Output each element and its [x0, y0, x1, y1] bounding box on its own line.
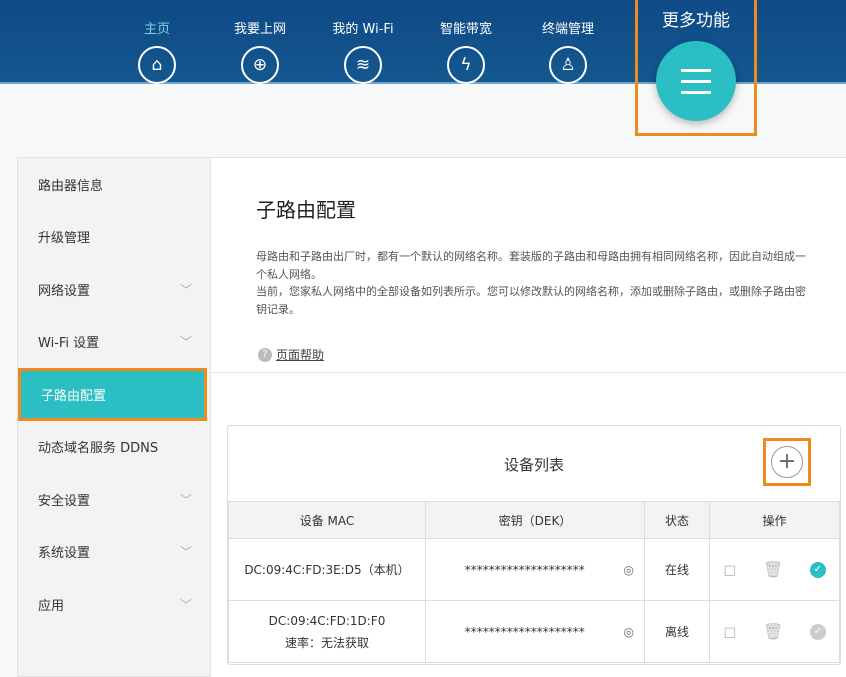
nav-wifi[interactable]: 我的 Wi-Fi ≋: [323, 18, 403, 84]
sidebar-item-apps[interactable]: 应用 ﹀: [18, 578, 210, 631]
nav-label: 我的 Wi-Fi: [332, 22, 394, 37]
table-row: DC:09:4C:FD:3E:D5（本机） ******************…: [228, 538, 840, 601]
nav-home[interactable]: 主页 ⌂: [117, 18, 197, 84]
chevron-down-icon: ﹀: [179, 597, 192, 612]
key-value: ********************: [464, 624, 585, 639]
check-icon: ✓: [809, 623, 826, 640]
device-list-panel: 设备列表 + 设备 MAC 密钥（DEK） 状态 操作 DC:09:4C:FD:3E:…: [227, 425, 841, 665]
sidebar-item-label: 子路由配置: [41, 388, 107, 404]
key-value: ********************: [464, 562, 585, 577]
sidebar-item-label: 安全设置: [38, 493, 91, 509]
sidebar-item-wifi[interactable]: Wi-Fi 设置 ﹀: [18, 316, 210, 369]
user-icon: ♙: [549, 46, 587, 84]
eye-icon[interactable]: ◎: [624, 559, 634, 581]
chevron-down-icon: ﹀: [179, 545, 192, 560]
divider: [211, 372, 846, 373]
nav-internet[interactable]: 我要上网 ⊕: [220, 18, 300, 84]
more-functions[interactable]: 更多功能: [635, 0, 757, 136]
column-header: 操作: [709, 501, 840, 539]
panel-title: 设备列表: [503, 456, 564, 474]
sidebar-item-network[interactable]: 网络设置 ﹀: [18, 263, 210, 316]
globe-icon: ⊕: [241, 46, 279, 84]
edit-icon[interactable]: ◻: [723, 559, 736, 581]
chevron-down-icon: ﹀: [179, 335, 192, 350]
help-icon: ?: [258, 347, 272, 362]
sidebar-item-label: 路由器信息: [38, 178, 104, 194]
chevron-down-icon: ﹀: [179, 492, 192, 507]
home-icon: ⌂: [138, 46, 176, 84]
menu-icon[interactable]: [656, 41, 736, 121]
column-header: 设备 MAC: [228, 501, 426, 539]
wifi-icon: ≋: [344, 46, 382, 84]
nav-label: 终端管理: [541, 22, 594, 37]
device-key: ******************** ◎: [425, 538, 645, 601]
device-actions: ◻ 🗑 ✓: [709, 538, 840, 601]
sidebar-item-label: 系统设置: [38, 546, 91, 562]
plus-icon: +: [771, 446, 803, 478]
sidebar-item-sub-router[interactable]: 子路由配置: [18, 368, 207, 421]
sidebar-item-label: 网络设置: [38, 283, 91, 299]
trash-icon[interactable]: 🗑: [763, 621, 783, 643]
sidebar-item-ddns[interactable]: 动态域名服务 DDNS: [18, 421, 210, 474]
nav-bandwidth[interactable]: 智能带宽 ϟ: [426, 18, 506, 84]
nav-label: 我要上网: [233, 22, 286, 37]
device-status: 在线: [644, 538, 710, 601]
check-icon: ✓: [809, 561, 826, 578]
trash-icon[interactable]: 🗑: [763, 559, 783, 581]
sidebar: 路由器信息 升级管理 网络设置 ﹀ Wi-Fi 设置 ﹀ 子路由配置 动态域名服务 …: [17, 157, 211, 677]
chevron-down-icon: ﹀: [179, 282, 192, 297]
column-header: 状态: [644, 501, 710, 539]
sidebar-item-system[interactable]: 系统设置 ﹀: [18, 526, 210, 579]
description-line: 母路由和子路由出厂时，都有一个默认的网络名称。套装版的子路由和母路由拥有相同网络…: [256, 250, 806, 281]
eye-icon[interactable]: ◎: [624, 621, 634, 643]
page-title: 子路由配置: [256, 198, 356, 222]
nav-label: 主页: [143, 22, 170, 37]
sidebar-item-label: 应用: [38, 598, 65, 614]
page-description: 母路由和子路由出厂时，都有一个默认的网络名称。套装版的子路由和母路由拥有相同网络…: [256, 248, 811, 318]
device-table: 设备 MAC 密钥（DEK） 状态 操作 DC:09:4C:FD:3E:D5（本机） …: [228, 501, 840, 663]
bandwidth-icon: ϟ: [447, 46, 485, 84]
help-label: 页面帮助: [276, 348, 325, 362]
device-status: 离线: [644, 600, 710, 663]
mac-value: DC:09:4C:FD:1D:F0: [268, 613, 386, 628]
table-row: DC:09:4C:FD:1D:F0 速率：无法获取 ***************…: [228, 600, 840, 663]
device-key: ******************** ◎: [425, 600, 645, 663]
sidebar-item-router-info[interactable]: 路由器信息: [18, 158, 210, 211]
device-mac: DC:09:4C:FD:1D:F0 速率：无法获取: [228, 600, 426, 663]
nav-label: 智能带宽: [439, 22, 492, 37]
rate-value: 速率：无法获取: [284, 635, 369, 650]
edit-icon[interactable]: ◻: [723, 621, 736, 643]
column-header: 密钥（DEK）: [425, 501, 645, 539]
add-device-button[interactable]: +: [763, 438, 811, 486]
main-content: 子路由配置 母路由和子路由出厂时，都有一个默认的网络名称。套装版的子路由和母路由…: [211, 157, 846, 677]
nav-devices[interactable]: 终端管理 ♙: [528, 18, 608, 84]
sidebar-item-upgrade[interactable]: 升级管理: [18, 211, 210, 264]
device-actions: ◻ 🗑 ✓: [709, 600, 840, 663]
sidebar-item-label: Wi-Fi 设置: [38, 336, 100, 352]
description-line: 当前，您家私人网络中的全部设备如列表所示。您可以修改默认的网络名称，添加或删除子…: [256, 285, 806, 316]
help-link[interactable]: ? 页面帮助: [258, 346, 324, 363]
sidebar-item-security[interactable]: 安全设置 ﹀: [18, 473, 210, 526]
more-label: 更多功能: [662, 11, 730, 31]
sidebar-item-label: 升级管理: [38, 231, 91, 247]
device-mac: DC:09:4C:FD:3E:D5（本机）: [228, 538, 426, 601]
sidebar-item-label: 动态域名服务 DDNS: [38, 441, 159, 457]
